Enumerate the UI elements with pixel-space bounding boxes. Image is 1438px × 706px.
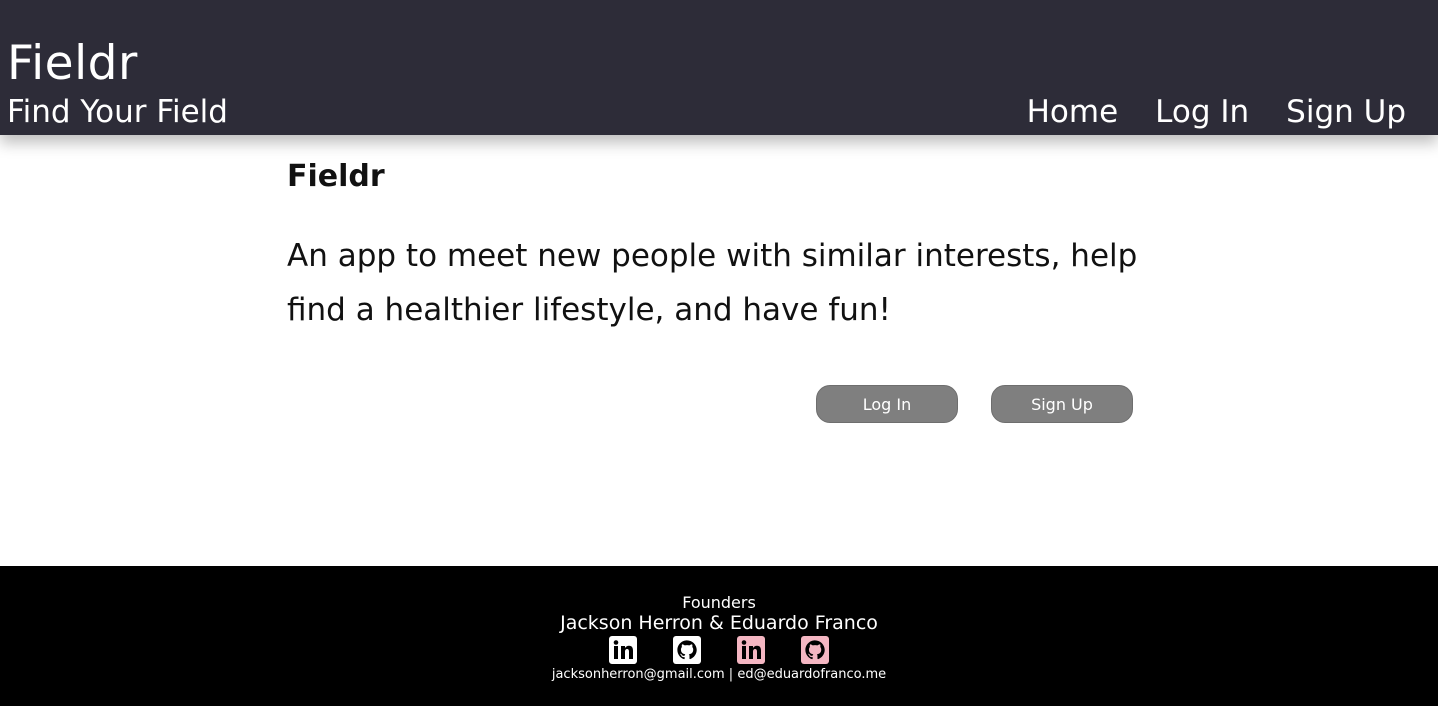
github-icon[interactable]	[801, 636, 829, 664]
signup-button[interactable]: Sign Up	[991, 385, 1133, 423]
github-icon[interactable]	[673, 636, 701, 664]
brand-tagline: Find Your Field	[7, 94, 228, 130]
login-button[interactable]: Log In	[816, 385, 958, 423]
founders-emails: jacksonherron@gmail.com | ed@eduardofran…	[551, 667, 887, 682]
nav-home-link[interactable]: Home	[1027, 97, 1119, 128]
site-footer: Founders Jackson Herron & Eduardo Franco	[0, 566, 1438, 706]
founders-names: Jackson Herron & Eduardo Franco	[560, 612, 878, 634]
nav-signup-link[interactable]: Sign Up	[1286, 97, 1406, 128]
main-nav: Home Log In Sign Up	[1027, 97, 1406, 128]
main-content: Fieldr An app to meet new people with si…	[0, 135, 1438, 566]
page-title: Fieldr	[287, 159, 385, 194]
founders-label: Founders	[682, 593, 756, 612]
linkedin-icon[interactable]	[737, 636, 765, 664]
app-description: An app to meet new people with similar i…	[287, 238, 1138, 328]
brand-title[interactable]: Fieldr	[7, 40, 138, 87]
social-icons	[0, 636, 1438, 664]
linkedin-icon[interactable]	[609, 636, 637, 664]
nav-login-link[interactable]: Log In	[1155, 97, 1249, 128]
site-header: Fieldr Find Your Field Home Log In Sign …	[0, 0, 1438, 135]
